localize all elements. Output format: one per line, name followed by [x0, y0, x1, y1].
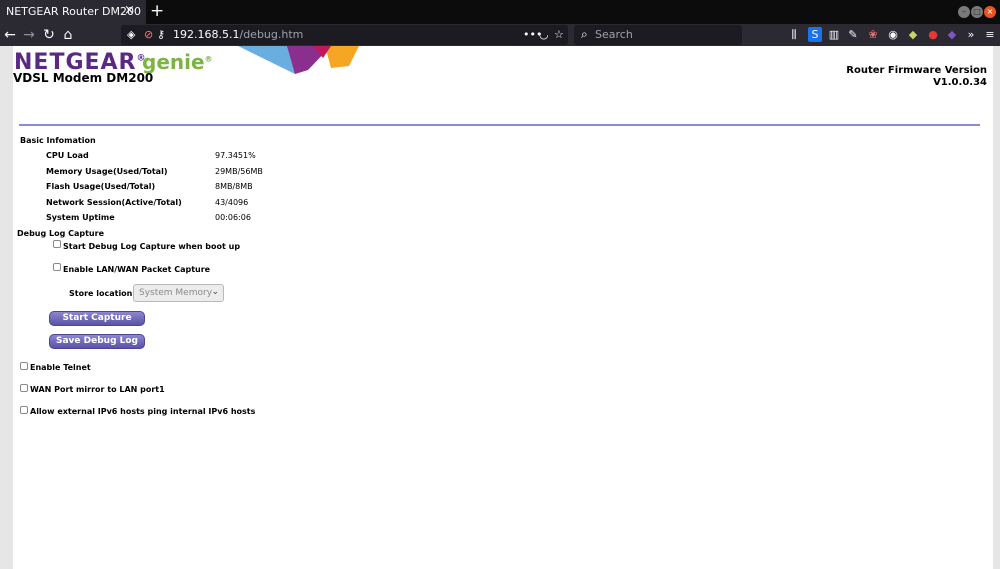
- telnet-label: Enable Telnet: [30, 363, 91, 372]
- account-icon[interactable]: ◉: [886, 27, 900, 42]
- cpu-load-label: CPU Load: [46, 151, 89, 160]
- url-bar[interactable]: ◈ ⊘ ⚷ 192.168.5.1/debug.htm ••• ◡ ☆: [121, 25, 568, 45]
- memory-usage-value: 29MB/56MB: [215, 167, 263, 176]
- packet-capture-checkbox[interactable]: [53, 263, 61, 271]
- reload-icon[interactable]: ↻: [41, 26, 57, 44]
- firmware-info: Router Firmware Version V1.0.0.34: [846, 65, 987, 89]
- debug-page: NETGEAR® genie® VDSL Modem DM200 Router …: [13, 46, 993, 569]
- extension-purple-icon[interactable]: ◆: [945, 27, 959, 42]
- insecure-lock-icon[interactable]: ⊘: [144, 27, 153, 43]
- ipv6-ping-label: Allow external IPv6 hosts ping internal …: [30, 407, 256, 416]
- extension-pen-icon[interactable]: ✎: [846, 27, 860, 42]
- wan-mirror-checkbox[interactable]: [20, 384, 28, 392]
- search-icon: ⌕: [581, 27, 588, 41]
- maximize-window-icon[interactable]: □: [971, 6, 983, 18]
- store-location-value: System Memory: [139, 288, 213, 298]
- shield-icon[interactable]: ◈: [127, 27, 135, 43]
- extension-tag-icon[interactable]: ◆: [906, 27, 920, 42]
- flash-usage-label: Flash Usage(Used/Total): [46, 182, 156, 191]
- minimize-window-icon[interactable]: –: [958, 6, 970, 18]
- wan-mirror-label: WAN Port mirror to LAN port1: [30, 385, 165, 394]
- overflow-chevrons-icon[interactable]: »: [964, 27, 978, 42]
- chevron-down-icon: ⌄: [211, 287, 219, 297]
- model-name: VDSL Modem DM200: [13, 71, 154, 85]
- key-icon[interactable]: ⚷: [157, 27, 165, 43]
- save-debug-log-button[interactable]: Save Debug Log: [49, 334, 145, 349]
- navigation-bar: ← → ↻ ⌂ ◈ ⊘ ⚷ 192.168.5.1/debug.htm ••• …: [0, 24, 1000, 46]
- memory-usage-label: Memory Usage(Used/Total): [46, 167, 168, 176]
- boot-capture-checkbox[interactable]: [53, 240, 61, 248]
- forward-icon[interactable]: →: [21, 26, 37, 44]
- system-uptime-label: System Uptime: [46, 213, 115, 222]
- menu-icon[interactable]: ≡: [983, 27, 997, 42]
- tab-title: NETGEAR Router DM200: [6, 5, 141, 18]
- bookmark-star-icon[interactable]: ☆: [554, 27, 564, 43]
- new-tab-icon[interactable]: +: [150, 1, 164, 21]
- ipv6-ping-checkbox[interactable]: [20, 406, 28, 414]
- start-capture-button[interactable]: Start Capture: [49, 311, 145, 326]
- network-session-label: Network Session(Active/Total): [46, 198, 182, 207]
- system-uptime-value: 00:06:06: [215, 213, 251, 222]
- cpu-load-value: 97.3451%: [215, 151, 256, 160]
- sidebar-icon[interactable]: ▥: [827, 27, 841, 42]
- debug-capture-title: Debug Log Capture: [17, 229, 104, 238]
- search-bar[interactable]: ⌕ Search: [574, 25, 742, 45]
- extension-paw-icon[interactable]: ❀: [866, 27, 880, 42]
- store-location-label: Store location: [69, 289, 133, 298]
- firmware-version: V1.0.0.34: [933, 77, 987, 88]
- search-placeholder: Search: [595, 28, 633, 41]
- close-window-icon[interactable]: ×: [984, 6, 996, 18]
- tab-bar: NETGEAR Router DM200 × + – □ ×: [0, 0, 1000, 24]
- library-icon[interactable]: ⫼: [787, 27, 801, 42]
- pocket-icon[interactable]: ◡: [539, 27, 549, 43]
- tab-close-icon[interactable]: ×: [124, 3, 135, 18]
- url-text[interactable]: 192.168.5.1/debug.htm: [173, 28, 303, 41]
- header-divider: [19, 124, 980, 126]
- boot-capture-label: Start Debug Log Capture when boot up: [63, 242, 241, 251]
- packet-capture-label: Enable LAN/WAN Packet Capture: [63, 265, 211, 274]
- firmware-label: Router Firmware Version: [846, 65, 987, 76]
- flash-usage-value: 8MB/8MB: [215, 182, 253, 191]
- store-location-select[interactable]: System Memory ⌄: [133, 284, 224, 302]
- home-icon[interactable]: ⌂: [60, 26, 76, 44]
- extension-red-icon[interactable]: ●: [926, 27, 940, 42]
- telnet-checkbox[interactable]: [20, 362, 28, 370]
- back-icon[interactable]: ←: [2, 26, 18, 44]
- basic-info-title: Basic Infomation: [20, 136, 96, 145]
- extension-s-icon[interactable]: S: [808, 27, 822, 42]
- network-session-value: 43/4096: [215, 198, 249, 207]
